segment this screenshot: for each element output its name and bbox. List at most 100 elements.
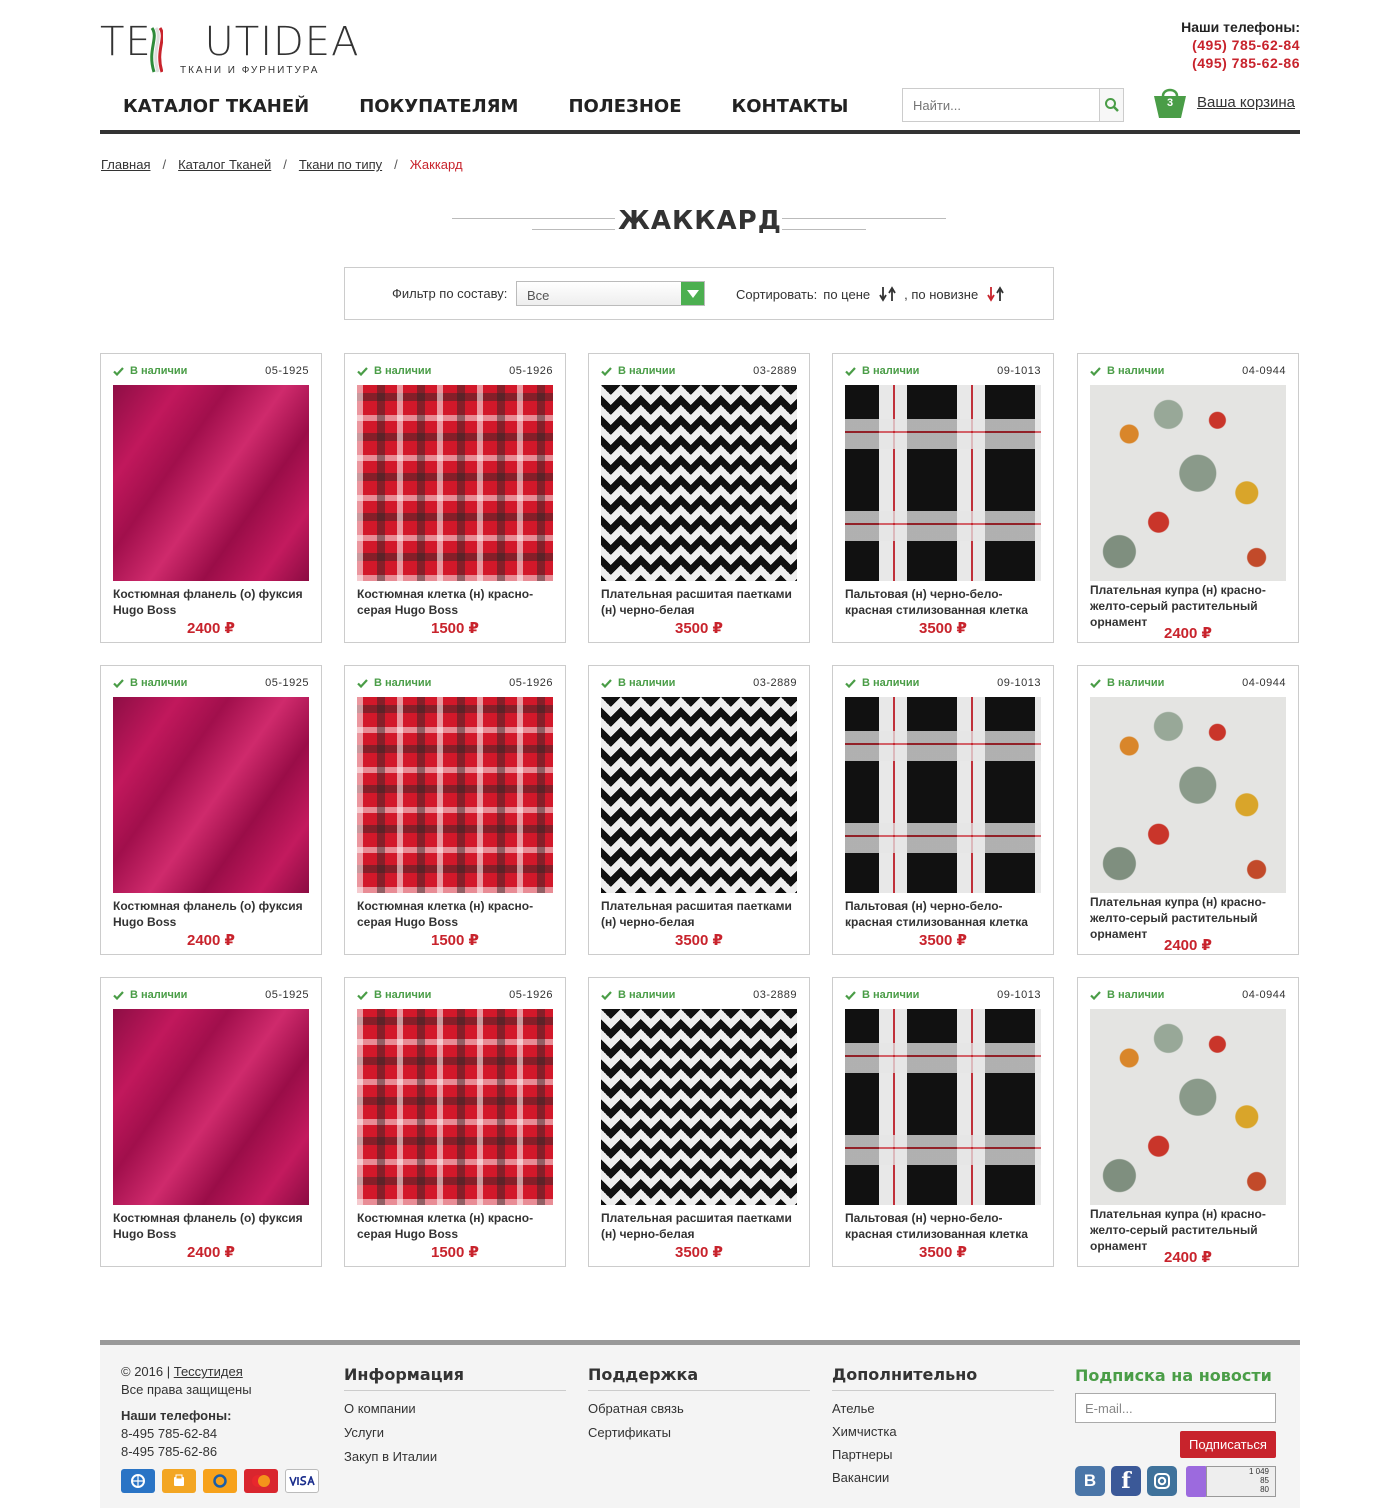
product-card[interactable]: В наличии 05-1926 Костюмная клетка (н) кра… — [344, 353, 566, 643]
phone-2[interactable]: (495) 785-62-86 — [1181, 54, 1300, 72]
product-image[interactable] — [1090, 1009, 1286, 1205]
breadcrumb-catalog[interactable]: Каталог Тканей — [178, 157, 271, 172]
product-image[interactable] — [113, 1009, 309, 1205]
vk-icon[interactable]: B — [1075, 1466, 1105, 1496]
product-image[interactable] — [357, 697, 553, 893]
product-image[interactable] — [601, 1009, 797, 1205]
phone-1[interactable]: (495) 785-62-84 — [1181, 36, 1300, 54]
breadcrumb-by-type[interactable]: Ткани по типу — [299, 157, 382, 172]
product-image[interactable] — [113, 385, 309, 581]
product-image[interactable] — [1090, 697, 1286, 893]
product-name[interactable]: Костюмная клетка (н) красно-серая Hugo B… — [357, 898, 562, 930]
product-name[interactable]: Костюмная фланель (о) фуксия Hugo Boss — [113, 1210, 318, 1242]
product-price: 3500 ₽ — [675, 1244, 723, 1261]
subscribe-button[interactable]: Подписаться — [1180, 1431, 1276, 1458]
product-card[interactable]: В наличии 05-1925 Костюмная фланель (о) фу… — [100, 353, 322, 643]
product-image[interactable] — [113, 697, 309, 893]
product-card[interactable]: В наличии 09-1013 Пальтовая (н) черно-бело… — [832, 353, 1054, 643]
in-stock-label: В наличии — [862, 989, 920, 1001]
product-image[interactable] — [357, 1009, 553, 1205]
footer-phone-1[interactable]: 8-495 785-62-84 — [121, 1425, 252, 1443]
footer-copyright: © 2016 | Тессутидея Все права защищены Н… — [121, 1363, 252, 1461]
email-field[interactable]: E-mail... — [1075, 1393, 1276, 1423]
product-name[interactable]: Плательная купра (н) красно-желто-серый … — [1090, 1206, 1295, 1254]
phones-title: Наши телефоны: — [1181, 19, 1300, 35]
page-title: ЖАККАРД — [618, 206, 782, 236]
footer-link-feedback[interactable]: Обратная связь — [588, 1397, 810, 1421]
breadcrumb-home[interactable]: Главная — [101, 157, 150, 172]
counter-value-2: 85 — [1260, 1476, 1269, 1485]
product-card[interactable]: В наличии 03-2889 Плательная расшитая пает… — [588, 977, 810, 1267]
product-card[interactable]: В наличии 04-0944 Плательная купра (н) кра… — [1077, 353, 1299, 643]
checkmark-icon — [845, 678, 856, 688]
product-name[interactable]: Плательная расшитая паетками (н) черно-б… — [601, 1210, 806, 1242]
product-card[interactable]: В наличии 03-2889 Плательная расшитая пает… — [588, 665, 810, 955]
product-name[interactable]: Плательная расшитая паетками (н) черно-б… — [601, 898, 806, 930]
product-name[interactable]: Костюмная клетка (н) красно-серая Hugo B… — [357, 586, 562, 618]
footer-link-partners[interactable]: Партнеры — [832, 1443, 1054, 1466]
search-button[interactable] — [1099, 89, 1123, 121]
product-name[interactable]: Костюмная фланель (о) фуксия Hugo Boss — [113, 586, 318, 618]
product-price: 1500 ₽ — [431, 620, 479, 637]
product-name[interactable]: Костюмная фланель (о) фуксия Hugo Boss — [113, 898, 318, 930]
product-card[interactable]: В наличии 09-1013 Пальтовая (н) черно-бело… — [832, 665, 1054, 955]
product-image[interactable] — [601, 385, 797, 581]
facebook-icon[interactable]: f — [1111, 1466, 1141, 1496]
product-name[interactable]: Костюмная клетка (н) красно-серая Hugo B… — [357, 1210, 562, 1242]
product-card[interactable]: В наличии 05-1925 Костюмная фланель (о) фу… — [100, 665, 322, 955]
nav-useful[interactable]: ПОЛЕЗНОЕ — [568, 96, 681, 128]
cart-label[interactable]: Ваша корзина — [1197, 94, 1295, 111]
main-nav: КАТАЛОГ ТКАНЕЙ ПОКУПАТЕЛЯМ ПОЛЕЗНОЕ КОНТ… — [100, 96, 875, 128]
product-card[interactable]: В наличии 04-0944 Плательная купра (н) кра… — [1077, 977, 1299, 1267]
footer-link-drycleaning[interactable]: Химчистка — [832, 1420, 1054, 1443]
instagram-icon[interactable] — [1147, 1466, 1177, 1496]
product-name[interactable]: Плательная купра (н) красно-желто-серый … — [1090, 894, 1295, 942]
footer-link-services[interactable]: Услуги — [344, 1421, 566, 1445]
footer-link-certificates[interactable]: Сертификаты — [588, 1421, 810, 1445]
product-image[interactable] — [357, 385, 553, 581]
product-image[interactable] — [601, 697, 797, 893]
product-image[interactable] — [1090, 385, 1286, 581]
product-name[interactable]: Плательная расшитая паетками (н) черно-б… — [601, 586, 806, 618]
metrika-icon — [1186, 1466, 1208, 1497]
product-name[interactable]: Пальтовая (н) черно-бело-красная стилизо… — [845, 1210, 1050, 1242]
sort-new-arrows-icon[interactable] — [986, 286, 1006, 302]
product-name[interactable]: Пальтовая (н) черно-бело-красная стилизо… — [845, 586, 1050, 618]
checkmark-icon — [113, 366, 124, 376]
sort-by-new[interactable]: , по новизне — [904, 287, 978, 302]
product-price: 3500 ₽ — [675, 932, 723, 949]
product-name[interactable]: Плательная купра (н) красно-желто-серый … — [1090, 582, 1295, 630]
product-card[interactable]: В наличии 05-1925 Костюмная фланель (о) фу… — [100, 977, 322, 1267]
footer-link-about[interactable]: О компании — [344, 1397, 566, 1421]
subscribe-title: Подписка на новости — [1075, 1366, 1272, 1385]
product-price: 2400 ₽ — [1164, 1249, 1212, 1266]
copyright-link[interactable]: Тессутидея — [174, 1364, 243, 1379]
product-card[interactable]: В наличии 03-2889 Плательная расшитая пает… — [588, 353, 810, 643]
search-input[interactable] — [903, 89, 1099, 121]
product-card[interactable]: В наличии 09-1013 Пальтовая (н) черно-бело… — [832, 977, 1054, 1267]
logo[interactable]: TESSUTIDEA ТКАНИ И ФУРНИТУРА — [100, 22, 358, 78]
product-card[interactable]: В наличии 04-0944 Плательная купра (н) кра… — [1077, 665, 1299, 955]
product-card[interactable]: В наличии 05-1926 Костюмная клетка (н) кра… — [344, 977, 566, 1267]
nav-customers[interactable]: ПОКУПАТЕЛЯМ — [359, 96, 518, 128]
nav-catalog[interactable]: КАТАЛОГ ТКАНЕЙ — [123, 96, 309, 128]
product-code: 05-1925 — [265, 677, 309, 689]
footer-link-vacancies[interactable]: Вакансии — [832, 1466, 1054, 1489]
product-image[interactable] — [845, 1009, 1041, 1205]
in-stock-badge: В наличии — [601, 365, 675, 377]
in-stock-badge: В наличии — [1090, 989, 1164, 1001]
cart[interactable]: 3 Ваша корзина — [1152, 84, 1302, 120]
product-card[interactable]: В наличии 05-1926 Костюмная клетка (н) кра… — [344, 665, 566, 955]
sort-price-arrows-icon[interactable] — [878, 286, 898, 302]
product-image[interactable] — [845, 697, 1041, 893]
footer-phone-2[interactable]: 8-495 785-62-86 — [121, 1443, 252, 1461]
footer-link-atelier[interactable]: Ателье — [832, 1397, 1054, 1420]
nav-contacts[interactable]: КОНТАКТЫ — [732, 96, 849, 128]
sort-by-price[interactable]: по цене — [823, 287, 870, 302]
footer-link-italy[interactable]: Закуп в Италии — [344, 1445, 566, 1469]
product-name[interactable]: Пальтовая (н) черно-бело-красная стилизо… — [845, 898, 1050, 930]
composition-select[interactable]: Все — [516, 281, 705, 306]
in-stock-badge: В наличии — [601, 677, 675, 689]
in-stock-label: В наличии — [1107, 677, 1165, 689]
product-image[interactable] — [845, 385, 1041, 581]
